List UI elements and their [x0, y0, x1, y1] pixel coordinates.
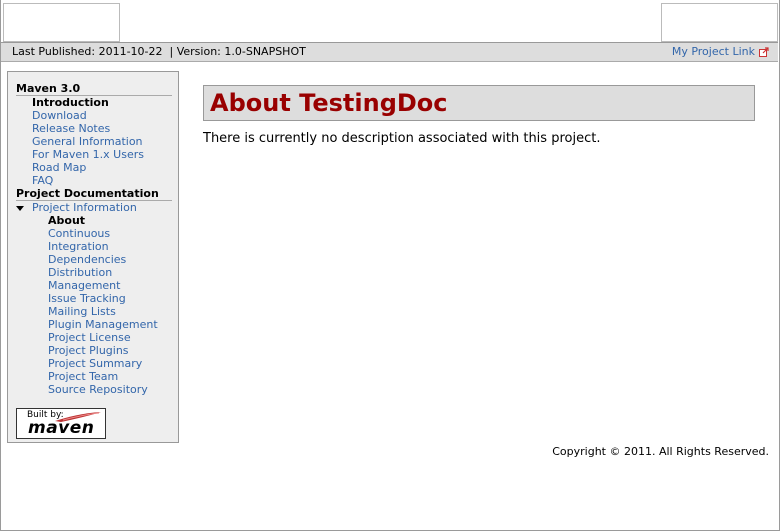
project-description: There is currently no description associ…: [203, 131, 601, 146]
menu-item-integration[interactable]: Integration: [48, 240, 109, 253]
version: Version: 1.0-SNAPSHOT: [176, 45, 306, 58]
menu-item-dependencies[interactable]: Dependencies: [48, 253, 126, 266]
publish-info: Last Published: 2011-10-22 | Version: 1.…: [12, 45, 306, 58]
menu-item-plugin-management[interactable]: Plugin Management: [48, 318, 158, 331]
menu-section-title-project-docs: Project Documentation: [16, 187, 172, 201]
expanded-triangle-icon[interactable]: [16, 203, 24, 216]
menu-item-distribution[interactable]: Distribution: [48, 266, 112, 279]
menu-item-mailing-lists[interactable]: Mailing Lists: [48, 305, 116, 318]
menu-item-release-notes[interactable]: Release Notes: [32, 122, 110, 135]
navigation-menu: Maven 3.0 Introduction Download Release …: [16, 82, 172, 396]
menu-item-project-plugins[interactable]: Project Plugins: [48, 344, 129, 357]
menu-item-continuous[interactable]: Continuous: [48, 227, 110, 240]
menu-list-project-docs: Project Information About Continuous Int…: [16, 201, 172, 396]
menu-item-project-team[interactable]: Project Team: [48, 370, 118, 383]
menu-item-project-information-link[interactable]: Project Information: [32, 201, 137, 214]
banner-right-logo[interactable]: [661, 3, 778, 42]
menu-item-project-information[interactable]: Project Information: [16, 201, 172, 214]
project-link[interactable]: My Project Link: [672, 45, 769, 58]
project-link-label[interactable]: My Project Link: [672, 45, 755, 58]
menu-item-introduction[interactable]: Introduction: [16, 96, 172, 109]
menu-list-maven: Introduction Download Release Notes Gene…: [16, 96, 172, 187]
menu-item-download[interactable]: Download: [32, 109, 87, 122]
separator: |: [169, 45, 174, 58]
menu-item-maven1-users[interactable]: For Maven 1.x Users: [32, 148, 144, 161]
page-title: About TestingDoc: [210, 89, 448, 117]
menu-item-road-map[interactable]: Road Map: [32, 161, 86, 174]
last-published: Last Published: 2011-10-22: [12, 45, 163, 58]
menu-item-project-license[interactable]: Project License: [48, 331, 131, 344]
main-content: About TestingDoc There is currently no d…: [203, 85, 755, 146]
section-title-bar: About TestingDoc: [203, 85, 755, 121]
built-by-maven-badge[interactable]: Built by: maven: [16, 408, 106, 439]
left-navigation: Maven 3.0 Introduction Download Release …: [7, 71, 179, 443]
menu-item-issue-tracking[interactable]: Issue Tracking: [48, 292, 126, 305]
menu-item-faq[interactable]: FAQ: [32, 174, 53, 187]
menu-item-management[interactable]: Management: [48, 279, 120, 292]
banner-left-logo[interactable]: [3, 3, 120, 42]
copyright-footer: Copyright © 2011. All Rights Reserved.: [552, 445, 769, 458]
menu-item-about[interactable]: About: [16, 214, 172, 227]
menu-item-project-summary[interactable]: Project Summary: [48, 357, 142, 370]
menu-section-title-maven: Maven 3.0: [16, 82, 172, 96]
breadcrumbs-bar: Last Published: 2011-10-22 | Version: 1.…: [1, 43, 778, 62]
menu-item-general-information[interactable]: General Information: [32, 135, 143, 148]
maven-wordmark: maven: [28, 418, 95, 438]
banner: [1, 0, 778, 43]
external-link-icon: [759, 47, 769, 57]
menu-item-source-repository[interactable]: Source Repository: [48, 383, 148, 396]
